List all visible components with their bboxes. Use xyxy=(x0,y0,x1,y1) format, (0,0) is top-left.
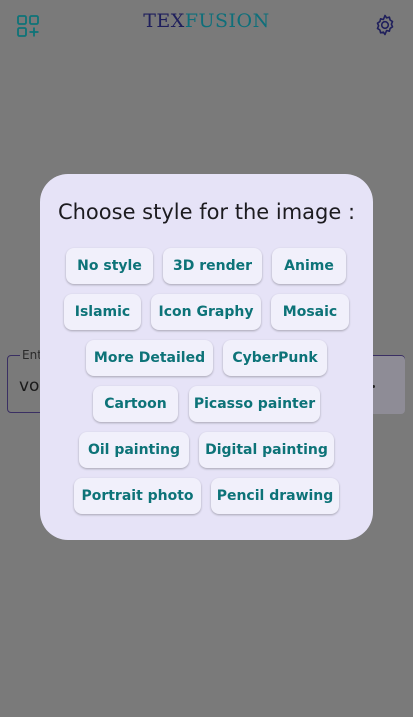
logo-part-2: FUSION xyxy=(184,10,270,32)
style-chip-portrait-photo[interactable]: Portrait photo xyxy=(74,478,201,514)
style-chip-picasso-painter[interactable]: Picasso painter xyxy=(189,386,320,422)
style-chip-anime[interactable]: Anime xyxy=(272,248,346,284)
gear-icon[interactable] xyxy=(373,13,397,37)
style-picker-dialog: Choose style for the image : No style 3D… xyxy=(40,174,373,540)
style-chip-no-style[interactable]: No style xyxy=(66,248,153,284)
style-chip-mosaic[interactable]: Mosaic xyxy=(271,294,349,330)
style-chip-islamic[interactable]: Islamic xyxy=(64,294,141,330)
style-chip-3d-render[interactable]: 3D render xyxy=(163,248,262,284)
dialog-title: Choose style for the image : xyxy=(57,200,356,224)
style-chip-cartoon[interactable]: Cartoon xyxy=(93,386,178,422)
style-chip-more-detailed[interactable]: More Detailed xyxy=(86,340,213,376)
logo-part-1: TEX xyxy=(143,10,185,32)
top-app-bar: TEXFUSION xyxy=(0,0,413,50)
style-chip-icon-graphy[interactable]: Icon Graphy xyxy=(151,294,261,330)
style-chip-digital-painting[interactable]: Digital painting xyxy=(199,432,334,468)
style-chip-oil-painting[interactable]: Oil painting xyxy=(79,432,189,468)
app-logo: TEXFUSION xyxy=(0,10,413,32)
style-chip-pencil-drawing[interactable]: Pencil drawing xyxy=(211,478,339,514)
style-chip-cyberpunk[interactable]: CyberPunk xyxy=(223,340,327,376)
